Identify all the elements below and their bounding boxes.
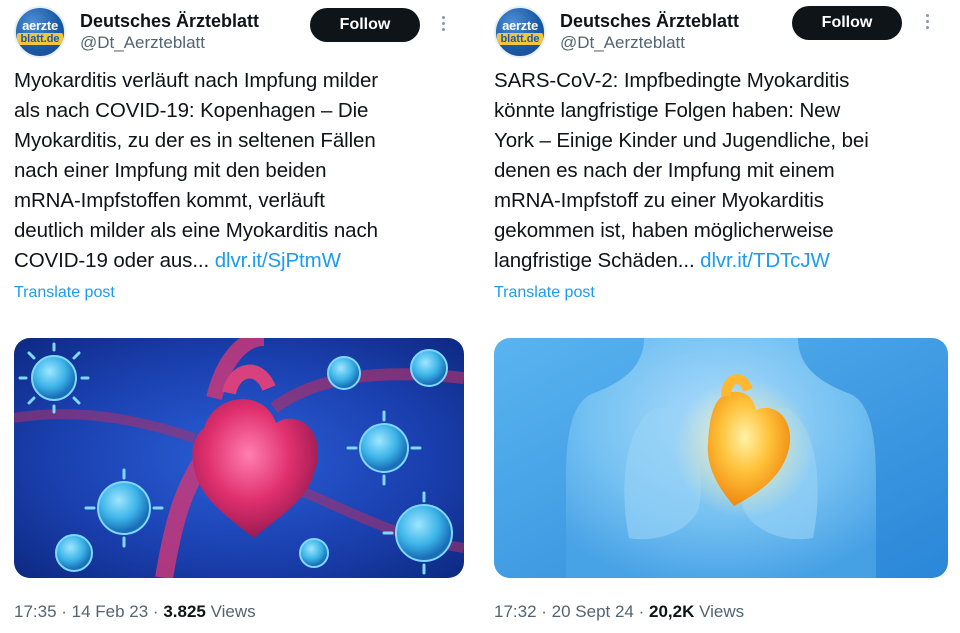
post-metadata: 17:35 · 14 Feb 23 · 3.825 Views (14, 602, 256, 622)
more-options-icon[interactable] (436, 8, 450, 38)
translate-post-link[interactable]: Translate post (14, 284, 115, 302)
post-1: aerzte blatt.de Deutsches Ärzteblatt @Dt… (0, 0, 470, 633)
views-count: 3.825 (163, 602, 206, 621)
follow-button[interactable]: Follow (792, 6, 902, 40)
post-link[interactable]: dlvr.it/SjPtmW (215, 249, 341, 272)
post-2: aerzte blatt.de Deutsches Ärzteblatt @Dt… (480, 0, 950, 633)
post-image-torso-heart[interactable] (494, 338, 948, 578)
follow-button[interactable]: Follow (310, 8, 420, 42)
timestamp[interactable]: 17:35 · 14 Feb 23 · (14, 602, 163, 621)
views-label: Views (205, 602, 256, 621)
torso-heart-illustration-icon (494, 338, 948, 578)
display-name[interactable]: Deutsches Ärzteblatt (80, 10, 259, 32)
post-metadata: 17:32 · 20 Sept 24 · 20,2K Views (494, 602, 744, 622)
handle[interactable]: @Dt_Aerzteblatt (80, 32, 259, 54)
post-text: Myokarditis verläuft nach Impfung milder… (14, 69, 379, 272)
timestamp[interactable]: 17:32 · 20 Sept 24 · (494, 602, 649, 621)
author-block[interactable]: Deutsches Ärzteblatt @Dt_Aerzteblatt (80, 10, 259, 54)
handle[interactable]: @Dt_Aerzteblatt (560, 32, 739, 54)
translate-post-link[interactable]: Translate post (494, 284, 595, 302)
post-link[interactable]: dlvr.it/TDTcJW (700, 249, 830, 272)
avatar[interactable]: aerzte blatt.de (14, 6, 66, 58)
more-options-icon[interactable] (920, 6, 934, 36)
views-count: 20,2K (649, 602, 695, 621)
post-text: SARS-CoV-2: Impfbedingte Myokarditis kön… (494, 69, 869, 272)
heart-virus-illustration-icon (14, 338, 464, 578)
display-name[interactable]: Deutsches Ärzteblatt (560, 10, 739, 32)
author-block[interactable]: Deutsches Ärzteblatt @Dt_Aerzteblatt (560, 10, 739, 54)
post-image-heart-virus[interactable] (14, 338, 464, 578)
avatar[interactable]: aerzte blatt.de (494, 6, 546, 58)
views-label: Views (694, 602, 745, 621)
